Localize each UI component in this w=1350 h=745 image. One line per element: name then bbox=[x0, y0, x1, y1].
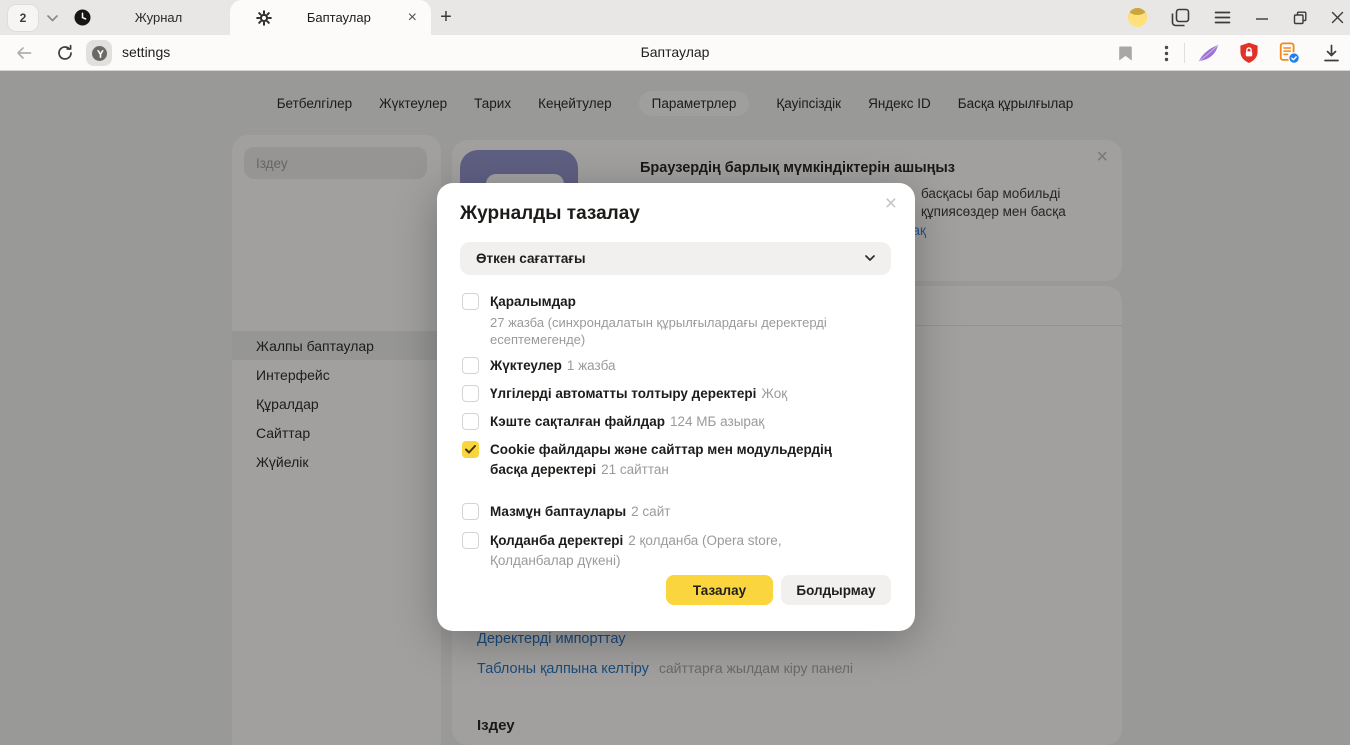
item-label: Қолданба деректері bbox=[490, 533, 623, 548]
cancel-button[interactable]: Болдырмау bbox=[781, 575, 891, 605]
panels-icon[interactable] bbox=[1171, 8, 1190, 27]
page-title: Баптаулар bbox=[0, 44, 1350, 60]
checkbox[interactable] bbox=[462, 293, 479, 310]
clear-button[interactable]: Тазалау bbox=[666, 575, 773, 605]
item-meta: 1 жазба bbox=[567, 358, 616, 373]
gear-icon bbox=[256, 10, 272, 26]
check-icon bbox=[465, 445, 476, 454]
tab-close-icon[interactable]: × bbox=[406, 10, 419, 26]
chevron-down-icon bbox=[47, 15, 58, 22]
period-select[interactable]: Өткен сағаттағы bbox=[460, 242, 891, 275]
period-select-value: Өткен сағаттағы bbox=[476, 251, 585, 266]
tab-strip: 2 Журнал Баптаулар × bbox=[0, 0, 1350, 35]
history-item-row[interactable]: Мазмұн баптаулары 2 сайт bbox=[462, 502, 868, 522]
item-meta: 2 сайт bbox=[631, 504, 670, 519]
item-label: Кэште сақталған файлдар bbox=[490, 414, 665, 429]
checkbox[interactable] bbox=[462, 385, 479, 402]
chevron-down-icon bbox=[865, 255, 875, 262]
item-label: Үлгілерді автоматты толтыру деректері bbox=[490, 386, 756, 401]
item-meta: 21 сайттан bbox=[601, 462, 669, 477]
avatar[interactable] bbox=[1128, 8, 1147, 27]
dialog-close-icon[interactable]: × bbox=[885, 193, 897, 214]
item-meta: 124 МБ азырақ bbox=[670, 414, 764, 429]
new-tab-button[interactable]: + bbox=[433, 4, 459, 30]
dialog-title: Журналды тазалау bbox=[460, 203, 640, 225]
history-item-row[interactable]: Үлгілерді автоматты толтыру деректері Жоқ bbox=[462, 384, 868, 404]
checkbox[interactable] bbox=[462, 532, 479, 549]
tab-counter-button[interactable]: 2 bbox=[8, 5, 38, 31]
history-item-row[interactable]: Кэште сақталған файлдар 124 МБ азырақ bbox=[462, 412, 868, 432]
menu-icon[interactable] bbox=[1214, 11, 1231, 24]
item-label: Жүктеулер bbox=[490, 358, 562, 373]
toolbar-divider bbox=[1184, 43, 1185, 63]
history-item-row[interactable]: Жүктеулер 1 жазба bbox=[462, 356, 868, 376]
tab-list-chevron-button[interactable] bbox=[40, 5, 64, 31]
address-bar: settings Баптаулар bbox=[0, 35, 1350, 71]
history-item-row[interactable]: Cookie файлдары және сайттар мен модульд… bbox=[462, 440, 868, 480]
feather-extension-icon[interactable] bbox=[1197, 42, 1219, 64]
tab-settings[interactable]: Баптаулар × bbox=[230, 0, 431, 35]
item-label: Қаралымдар bbox=[490, 294, 576, 309]
minimize-icon[interactable] bbox=[1255, 11, 1269, 25]
window-close-icon[interactable] bbox=[1331, 11, 1344, 24]
docs-extension-icon[interactable] bbox=[1278, 42, 1300, 64]
shield-extension-icon[interactable] bbox=[1238, 42, 1260, 64]
tab-settings-label: Баптаулар bbox=[280, 10, 398, 25]
checkbox[interactable] bbox=[462, 503, 479, 520]
restore-window-icon[interactable] bbox=[1293, 11, 1307, 25]
item-label: Мазмұн баптаулары bbox=[490, 504, 626, 519]
item-meta: Жоқ bbox=[761, 386, 787, 401]
item-subtext: 27 жазба (синхрондалатын құрылғылардағы … bbox=[490, 314, 868, 348]
history-item-row[interactable]: Қаралымдар 27 жазба (синхрондалатын құры… bbox=[462, 292, 868, 348]
tab-history[interactable]: Журнал bbox=[64, 0, 228, 35]
clock-icon bbox=[74, 9, 91, 26]
bookmark-icon[interactable] bbox=[1114, 42, 1136, 64]
tab-history-label: Журнал bbox=[99, 10, 218, 25]
checkbox[interactable] bbox=[462, 441, 479, 458]
checkbox[interactable] bbox=[462, 413, 479, 430]
more-icon[interactable] bbox=[1155, 42, 1177, 64]
history-item-row[interactable]: Қолданба деректері2 қолданба (Opera stor… bbox=[462, 531, 868, 571]
clear-history-dialog: Журналды тазалау × Өткен сағаттағы Қарал… bbox=[437, 183, 915, 631]
checkbox[interactable] bbox=[462, 357, 479, 374]
download-icon[interactable] bbox=[1320, 42, 1342, 64]
browser-window: 2 Журнал Баптаулар × bbox=[0, 0, 1350, 745]
